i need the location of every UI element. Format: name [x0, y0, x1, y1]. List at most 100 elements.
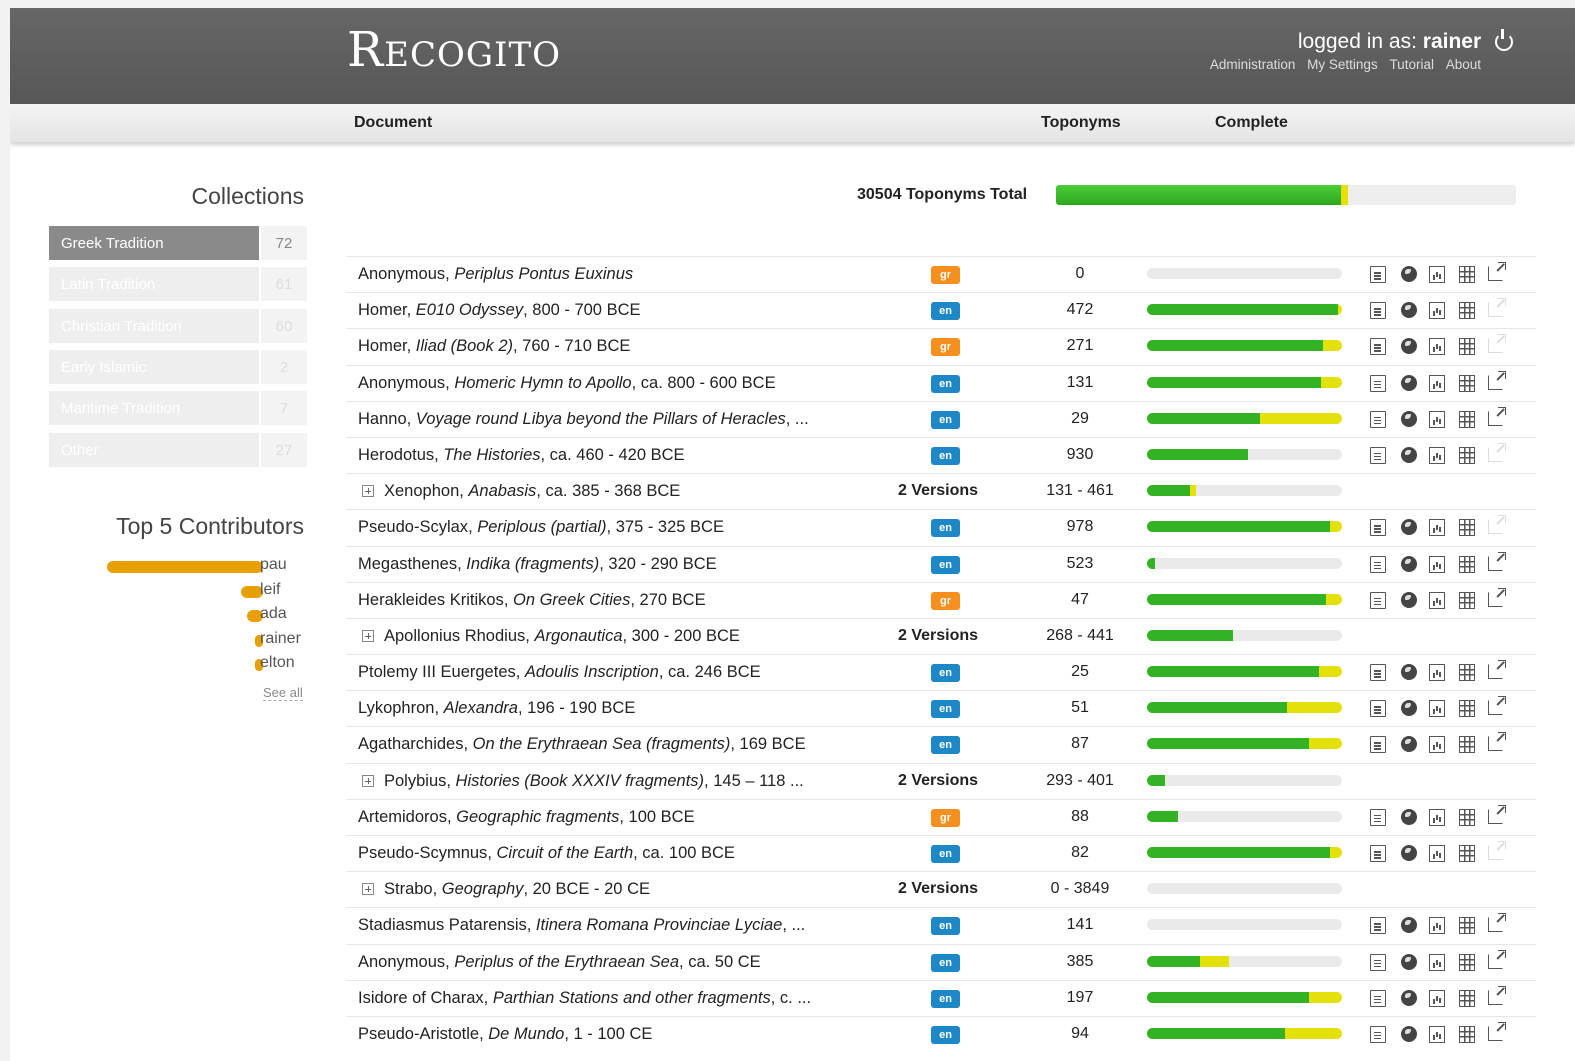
document-title[interactable]: Herakleides Kritikos, On Greek Cities, 2… — [358, 591, 706, 610]
document-title[interactable]: Homer, E010 Odyssey, 800 - 700 BCE — [358, 301, 641, 320]
globe-icon[interactable] — [1401, 808, 1417, 825]
document-title[interactable]: Stadiasmus Patarensis, Itinera Romana Pr… — [358, 916, 805, 935]
document-row[interactable]: Xenophon, Anabasis, ca. 385 - 368 BCE 2 V… — [346, 473, 1536, 509]
document-title[interactable]: Megasthenes, Indika (fragments), 320 - 2… — [358, 555, 717, 574]
document-icon[interactable] — [1370, 446, 1386, 464]
document-icon[interactable] — [1370, 989, 1386, 1007]
column-toponyms[interactable]: Toponyms — [1041, 114, 1121, 132]
stats-chart-icon[interactable] — [1429, 989, 1445, 1007]
document-icon[interactable] — [1370, 591, 1386, 609]
stats-chart-icon[interactable] — [1429, 266, 1445, 283]
document-icon[interactable] — [1370, 664, 1386, 682]
document-row[interactable]: Stadiasmus Patarensis, Itinera Romana Pr… — [346, 907, 1536, 943]
collection-item[interactable]: Early Islamic 2 — [49, 349, 307, 384]
document-title[interactable]: Anonymous, Homeric Hymn to Apollo, ca. 8… — [358, 374, 776, 393]
table-icon[interactable] — [1459, 736, 1475, 754]
document-row[interactable]: Lykophron, Alexandra, 196 - 190 BCE en 51 — [346, 690, 1536, 726]
document-row[interactable]: Apollonius Rhodius, Argonautica, 300 - 2… — [346, 617, 1536, 654]
document-row[interactable]: Artemidoros, Geographic fragments, 100 B… — [346, 798, 1536, 835]
external-link-icon[interactable] — [1488, 406, 1506, 426]
table-icon[interactable] — [1459, 446, 1475, 464]
document-title[interactable]: Hanno, Voyage round Libya beyond the Pil… — [358, 410, 809, 429]
column-complete[interactable]: Complete — [1215, 114, 1288, 132]
stats-chart-icon[interactable] — [1429, 302, 1445, 320]
external-link-icon[interactable] — [1488, 370, 1506, 390]
external-link-icon[interactable] — [1488, 587, 1506, 607]
globe-icon[interactable] — [1401, 302, 1417, 319]
globe-icon[interactable] — [1401, 917, 1417, 934]
globe-icon[interactable] — [1401, 845, 1417, 861]
document-row[interactable]: Pseudo-Aristotle, De Mundo, 1 - 100 CE en… — [346, 1015, 1536, 1052]
document-icon[interactable] — [1370, 374, 1386, 392]
document-icon[interactable] — [1370, 555, 1386, 573]
document-icon[interactable] — [1370, 845, 1386, 862]
globe-icon[interactable] — [1401, 1025, 1417, 1042]
collection-item[interactable]: Other 27 — [49, 432, 307, 467]
document-row[interactable]: Anonymous, Periplus Pontus Euxinus gr 0 — [346, 256, 1536, 292]
stats-chart-icon[interactable] — [1429, 1025, 1445, 1043]
stats-chart-icon[interactable] — [1429, 736, 1445, 754]
document-row[interactable]: Polybius, Histories (Book XXXIV fragment… — [346, 762, 1536, 799]
document-icon[interactable] — [1370, 953, 1386, 971]
document-row[interactable]: Homer, E010 Odyssey, 800 - 700 BCE en 472 — [346, 292, 1536, 328]
document-title[interactable]: Pseudo-Scymnus, Circuit of the Earth, ca… — [358, 844, 735, 863]
table-icon[interactable] — [1459, 302, 1475, 320]
logout-power-icon[interactable] — [1495, 29, 1513, 51]
document-row[interactable]: Pseudo-Scylax, Periplous (partial), 375 … — [346, 509, 1536, 545]
globe-icon[interactable] — [1401, 736, 1417, 753]
document-title[interactable]: Xenophon, Anabasis, ca. 385 - 368 BCE — [358, 482, 680, 501]
external-link-icon[interactable] — [1488, 551, 1506, 571]
globe-icon[interactable] — [1401, 446, 1417, 463]
document-title[interactable]: Pseudo-Aristotle, De Mundo, 1 - 100 CE — [358, 1025, 652, 1044]
document-title[interactable]: Homer, Iliad (Book 2), 760 - 710 BCE — [358, 337, 630, 356]
contributor-item[interactable]: ada — [10, 605, 330, 627]
table-icon[interactable] — [1459, 1025, 1475, 1043]
stats-chart-icon[interactable] — [1429, 338, 1445, 356]
table-icon[interactable] — [1459, 989, 1475, 1007]
document-icon[interactable] — [1370, 700, 1386, 718]
link-administration[interactable]: Administration — [1210, 57, 1296, 72]
contributor-item[interactable]: leif — [10, 581, 330, 603]
document-row[interactable]: Herakleides Kritikos, On Greek Cities, 2… — [346, 581, 1536, 618]
globe-icon[interactable] — [1401, 591, 1417, 608]
globe-icon[interactable] — [1401, 374, 1417, 391]
external-link-icon[interactable] — [1488, 696, 1506, 716]
globe-icon[interactable] — [1401, 700, 1417, 717]
document-row[interactable]: Agatharchides, On the Erythraean Sea (fr… — [346, 726, 1536, 762]
document-row[interactable]: Hanno, Voyage round Libya beyond the Pil… — [346, 400, 1536, 437]
document-title[interactable]: Ptolemy III Euergetes, Adoulis Inscripti… — [358, 663, 761, 682]
document-title[interactable]: Anonymous, Periplus of the Erythraean Se… — [358, 953, 761, 972]
document-title[interactable]: Lykophron, Alexandra, 196 - 190 BCE — [358, 699, 635, 718]
document-title[interactable]: Artemidoros, Geographic fragments, 100 B… — [358, 808, 695, 827]
collection-item[interactable]: Christian Tradition 60 — [49, 308, 307, 343]
globe-icon[interactable] — [1401, 410, 1417, 427]
collection-item[interactable]: Latin Tradition 61 — [49, 267, 307, 302]
globe-icon[interactable] — [1401, 664, 1417, 681]
expand-plus-icon[interactable] — [362, 485, 374, 498]
document-row[interactable]: Pseudo-Scymnus, Circuit of the Earth, ca… — [346, 835, 1536, 871]
contributor-item[interactable]: elton — [10, 654, 330, 676]
collection-item[interactable]: Maritime Tradition 7 — [49, 391, 307, 426]
external-link-icon[interactable] — [1488, 1021, 1506, 1041]
document-title[interactable]: Isidore of Charax, Parthian Stations and… — [358, 989, 811, 1008]
table-icon[interactable] — [1459, 338, 1475, 356]
document-row[interactable]: Isidore of Charax, Parthian Stations and… — [346, 979, 1536, 1016]
external-link-icon[interactable] — [1488, 262, 1506, 281]
document-row[interactable]: Anonymous, Homeric Hymn to Apollo, ca. 8… — [346, 364, 1536, 401]
document-row[interactable]: Megasthenes, Indika (fragments), 320 - 2… — [346, 545, 1536, 582]
link-about[interactable]: About — [1446, 57, 1481, 72]
app-logo[interactable]: Recogito — [347, 22, 561, 78]
expand-plus-icon[interactable] — [362, 774, 374, 787]
table-icon[interactable] — [1459, 700, 1475, 718]
document-icon[interactable] — [1370, 917, 1386, 935]
document-icon[interactable] — [1370, 266, 1386, 283]
document-title[interactable]: Polybius, Histories (Book XXXIV fragment… — [358, 772, 804, 791]
document-icon[interactable] — [1370, 519, 1386, 537]
document-row[interactable]: Strabo, Geography, 20 BCE - 20 CE 2 Versi… — [346, 871, 1536, 907]
document-icon[interactable] — [1370, 302, 1386, 320]
document-icon[interactable] — [1370, 808, 1386, 826]
expand-plus-icon[interactable] — [362, 883, 374, 896]
stats-chart-icon[interactable] — [1429, 519, 1445, 537]
stats-chart-icon[interactable] — [1429, 664, 1445, 682]
table-icon[interactable] — [1459, 808, 1475, 826]
